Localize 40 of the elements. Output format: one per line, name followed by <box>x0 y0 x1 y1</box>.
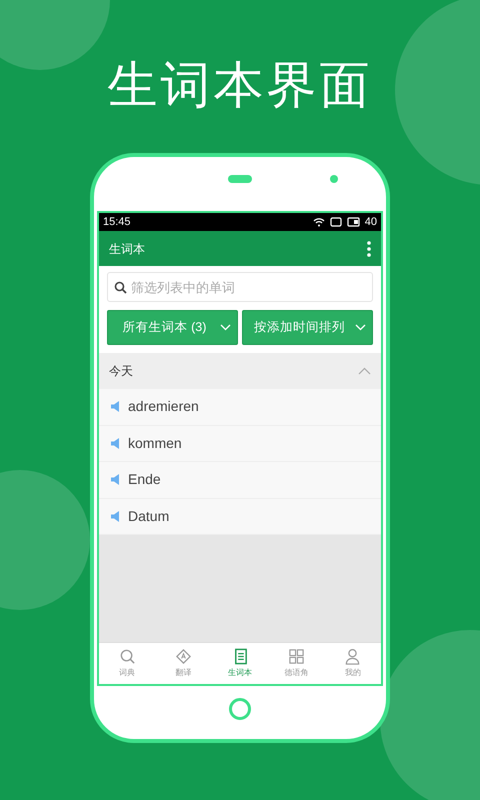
word-row[interactable]: Ende <box>99 462 381 498</box>
more-menu-icon[interactable] <box>367 240 371 256</box>
app-title: 生词本 <box>109 240 146 258</box>
word-row[interactable]: kommen <box>99 426 381 462</box>
section-header[interactable]: 今天 <box>99 353 381 389</box>
translate-icon <box>175 648 192 665</box>
chevron-down-icon <box>220 324 231 331</box>
word-row[interactable]: adremieren <box>99 389 381 426</box>
camera-icon <box>330 175 338 183</box>
section-title: 今天 <box>109 363 133 380</box>
nav-tab[interactable]: 翻译 <box>155 643 212 684</box>
speaker-icon[interactable] <box>111 474 120 486</box>
nav-tab[interactable]: 我的 <box>324 643 382 684</box>
nav-tab[interactable]: 生词本 <box>212 643 268 684</box>
search-field[interactable]: 筛选列表中的单词 <box>107 272 373 302</box>
word-text: kommen <box>128 434 182 453</box>
filter-dropdown[interactable]: 按添加时间排列 <box>242 310 373 345</box>
speaker-icon[interactable] <box>111 401 120 412</box>
headline: 生词本界面 <box>108 56 372 115</box>
search-icon <box>114 281 127 294</box>
wifi-icon <box>312 217 325 227</box>
status-time: 15:45 <box>103 214 131 230</box>
speaker-icon[interactable] <box>111 510 120 522</box>
screen-icon <box>330 217 342 227</box>
filter-dropdown[interactable]: 所有生词本 (3) <box>107 310 238 345</box>
chevron-down-icon <box>355 324 366 331</box>
nav-tab[interactable]: 词典 <box>99 643 156 684</box>
battery-level: 40 <box>364 214 377 230</box>
speaker-icon <box>228 175 252 183</box>
word-text: adremieren <box>128 397 199 416</box>
word-row[interactable]: Datum <box>99 498 381 535</box>
home-button[interactable] <box>229 698 251 720</box>
word-text: Datum <box>128 506 170 526</box>
speaker-icon[interactable] <box>111 438 120 449</box>
word-text: Ende <box>128 470 161 490</box>
person-icon <box>344 648 362 665</box>
nav-tab[interactable]: 德语角 <box>268 643 325 684</box>
battery-icon <box>346 217 361 227</box>
grid-icon <box>288 648 305 665</box>
search-icon <box>118 648 136 665</box>
